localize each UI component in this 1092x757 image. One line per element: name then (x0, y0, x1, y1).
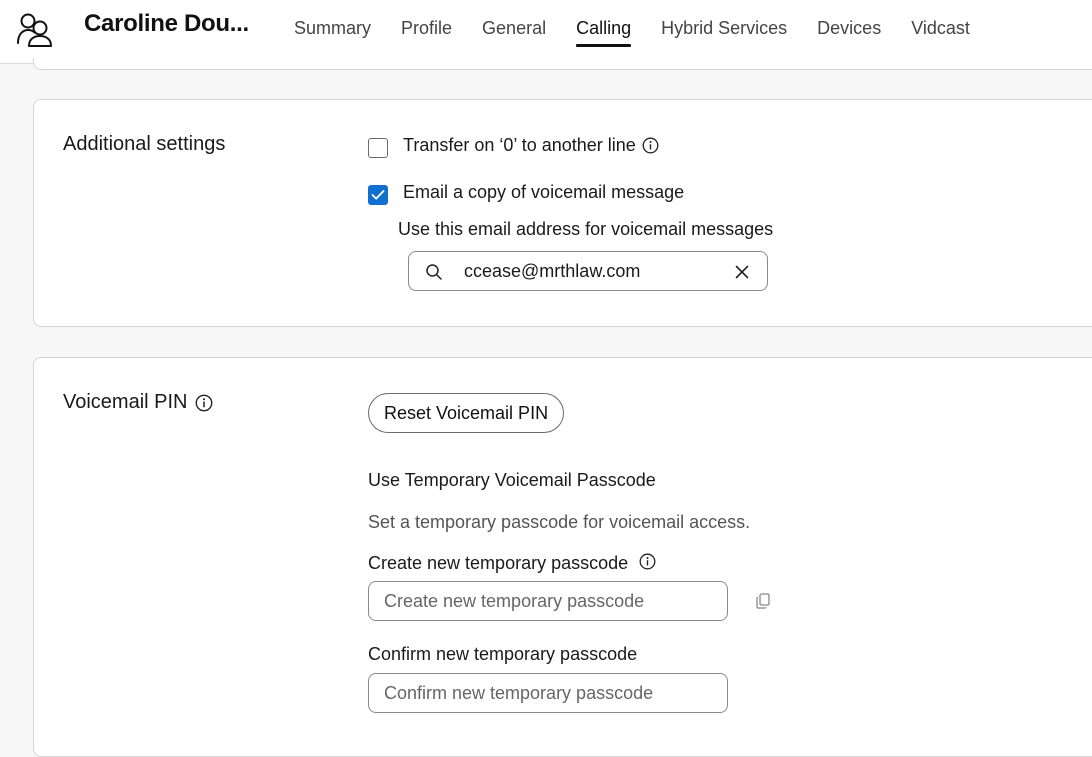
checkmark-icon (371, 190, 385, 200)
close-icon[interactable] (734, 264, 750, 280)
confirm-passcode-input[interactable] (368, 673, 728, 713)
tab-profile[interactable]: Profile (401, 0, 452, 50)
additional-settings-title: Additional settings (63, 133, 226, 155)
transfer-option-label: Transfer on ‘0’ to another line (403, 135, 636, 155)
create-passcode-label: Create new temporary passcode (368, 553, 629, 573)
tab-hybrid-services[interactable]: Hybrid Services (661, 0, 787, 50)
create-passcode-label-row: Create new temporary passcode (368, 553, 656, 574)
info-icon[interactable] (195, 394, 213, 412)
voicemail-pin-title: Voicemail PIN (63, 391, 213, 414)
email-help-text: Use this email address for voicemail mes… (398, 219, 774, 239)
transfer-checkbox[interactable] (368, 138, 388, 158)
previous-card-edge (33, 58, 1092, 70)
email-search-field[interactable]: ccease@mrthlaw.com (408, 251, 768, 291)
temp-passcode-title: Use Temporary Voicemail Passcode (368, 470, 656, 490)
email-search-value[interactable]: ccease@mrthlaw.com (464, 261, 640, 282)
temp-passcode-description: Set a temporary passcode for voicemail a… (368, 512, 751, 532)
tab-devices[interactable]: Devices (817, 0, 881, 50)
email-copy-label: Email a copy of voicemail message (403, 182, 685, 202)
user-name: Caroline Dou... (84, 10, 249, 37)
create-passcode-input[interactable] (368, 581, 728, 621)
info-icon[interactable] (639, 553, 656, 570)
transfer-option: Transfer on ‘0’ to another line (403, 135, 659, 156)
info-icon[interactable] (642, 137, 659, 154)
tab-bar: Summary Profile General Calling Hybrid S… (294, 0, 1000, 64)
voicemail-pin-title-text: Voicemail PIN (63, 391, 188, 413)
reset-voicemail-pin-button[interactable]: Reset Voicemail PIN (368, 393, 565, 433)
search-icon (426, 264, 442, 280)
copy-icon[interactable] (754, 592, 772, 610)
tab-summary[interactable]: Summary (294, 0, 371, 50)
tab-general[interactable]: General (482, 0, 546, 50)
tab-vidcast[interactable]: Vidcast (911, 0, 970, 50)
confirm-passcode-label: Confirm new temporary passcode (368, 644, 638, 664)
email-copy-checkbox[interactable] (368, 185, 388, 205)
page-header: Caroline Dou... Summary Profile General … (0, 0, 1092, 64)
user-group-icon (17, 13, 52, 47)
tab-calling[interactable]: Calling (576, 0, 632, 50)
